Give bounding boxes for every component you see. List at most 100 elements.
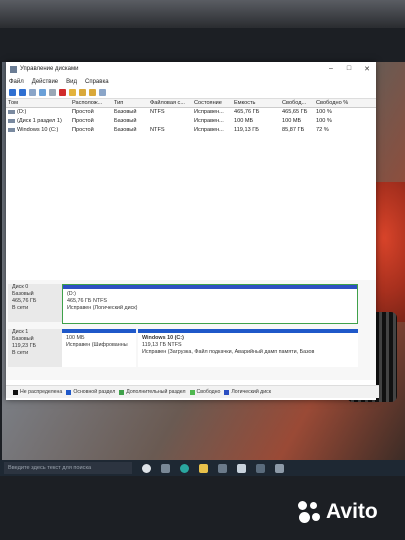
delete-icon[interactable] [59, 89, 66, 96]
disk-state: В сети [12, 350, 29, 356]
help-icon[interactable] [39, 89, 46, 96]
menu-action[interactable]: Действие [32, 79, 58, 85]
col-type[interactable]: Тип [112, 99, 148, 107]
cell: 100 МБ [234, 118, 254, 124]
cell: 85,87 ГБ [282, 127, 305, 133]
legend-swatch [224, 389, 230, 395]
cell: (D:) [17, 109, 27, 115]
table-row[interactable]: Windows 10 (C:) Простой Базовый NTFS Исп… [6, 126, 376, 135]
maximize-button[interactable]: □ [340, 65, 358, 73]
avito-logo-icon [298, 501, 322, 523]
legend: Не распределена Основной раздел Дополнит… [6, 385, 379, 398]
partition-name: Windows 10 (C:) [142, 335, 184, 341]
col-capacity[interactable]: Емкость [232, 99, 280, 107]
legend-swatch [66, 389, 72, 395]
legend-label: Основной раздел [73, 389, 116, 395]
cell: Windows 10 (C:) [17, 127, 59, 133]
cell: 119,13 ГБ [234, 127, 259, 133]
checkmark-icon[interactable] [69, 89, 76, 96]
volume-list-header: Том Располож... Тип Файловая с... Состоя… [6, 99, 376, 108]
disk-state: В сети [12, 305, 29, 311]
menu-bar: Файл Действие Вид Справка [6, 76, 376, 87]
forward-arrow-icon[interactable] [19, 89, 26, 96]
cell: Простой [72, 109, 94, 115]
col-free[interactable]: Свобод... [280, 99, 314, 107]
partition-system[interactable]: 100 МБ Исправен (Шифрованны [62, 329, 136, 367]
disk-name: Диск 1 [12, 329, 29, 335]
volume-icon [8, 109, 15, 114]
disk-label[interactable]: Диск 0 Базовый 465,76 ГБ В сети [8, 284, 64, 322]
minimize-button[interactable]: – [322, 65, 340, 73]
properties-icon[interactable] [99, 89, 106, 96]
multitask-icon[interactable] [161, 463, 170, 473]
cell: Простой [72, 118, 94, 124]
menu-file[interactable]: Файл [9, 79, 24, 85]
legend-swatch [119, 389, 125, 395]
cell: Исправен... [194, 118, 224, 124]
mail-icon[interactable] [237, 463, 246, 473]
cell: Исправен... [194, 109, 224, 115]
table-row[interactable]: (D:) Простой Базовый NTFS Исправен... 46… [6, 108, 376, 117]
cell [148, 117, 192, 126]
partition-status: Исправен (Логический диск) [67, 305, 138, 311]
top-edge [0, 0, 405, 28]
cell: 465,65 ГБ [282, 109, 308, 115]
close-button[interactable]: ✕ [358, 65, 376, 73]
col-layout[interactable]: Располож... [70, 99, 112, 107]
taskbar-search[interactable]: Введите здесь текст для поиска [4, 462, 132, 474]
menu-view[interactable]: Вид [66, 79, 77, 85]
table-row[interactable]: (Диск 1 раздел 1) Простой Базовый Исправ… [6, 117, 376, 126]
disk-label[interactable]: Диск 1 Базовый 119,23 ГБ В сети [8, 329, 64, 367]
title-bar: Управление дисками – □ ✕ [6, 62, 376, 76]
explorer-icon[interactable] [199, 463, 208, 473]
disk-row: Диск 1 Базовый 119,23 ГБ В сети 100 МБ И… [6, 329, 376, 371]
cell: 100 МБ [282, 118, 302, 124]
folder-icon[interactable] [79, 89, 86, 96]
list-icon[interactable] [29, 89, 36, 96]
col-filesystem[interactable]: Файловая с... [148, 99, 192, 107]
col-volume[interactable]: Том [6, 99, 70, 107]
taskbar: Введите здесь текст для поиска [0, 460, 405, 476]
volume-icon [8, 118, 15, 123]
disk-layout-pane: Диск 0 Базовый 465,76 ГБ В сети (D:) 465… [6, 280, 376, 380]
avito-wordmark: Avito [326, 500, 378, 523]
app-icon [10, 65, 17, 73]
cell: NTFS [150, 109, 165, 115]
cell: 465,76 ГБ [234, 109, 260, 115]
legend-label: Дополнительный раздел [126, 389, 186, 395]
search-folder-icon[interactable] [89, 89, 96, 96]
disk-name: Диск 0 [12, 284, 29, 290]
settings-icon[interactable] [275, 463, 284, 473]
cell: 100 % [316, 118, 332, 124]
legend-swatch [13, 389, 18, 395]
menu-help[interactable]: Справка [85, 79, 109, 85]
cell: Исправен... [194, 127, 224, 133]
disk-size: 465,76 ГБ [12, 298, 37, 304]
col-status[interactable]: Состояние [192, 99, 232, 107]
store-icon[interactable] [218, 463, 227, 473]
legend-label: Свободно [196, 389, 221, 395]
partition-name: (D:) [67, 291, 76, 297]
volume-icon [8, 127, 15, 132]
cell: NTFS [150, 127, 165, 133]
partition-status: Исправен (Шифрованны [66, 342, 128, 348]
cell: 72 % [316, 127, 329, 133]
disk-size: 119,23 ГБ [12, 343, 37, 349]
partition-c[interactable]: Windows 10 (C:) 119,13 ГБ NTFS Исправен … [138, 329, 358, 367]
col-free-percent[interactable]: Свободно % [314, 99, 376, 107]
grid-icon[interactable] [49, 89, 56, 96]
task-view-icon[interactable] [142, 463, 151, 473]
disk-type: Базовый [12, 291, 34, 297]
back-arrow-icon[interactable] [9, 89, 16, 96]
edge-icon[interactable] [180, 463, 189, 473]
cell: Базовый [114, 127, 137, 133]
partition-status: Исправен (Загрузка, Файл подкачки, Авари… [142, 349, 315, 355]
cell: Простой [72, 127, 94, 133]
window-title: Управление дисками [20, 66, 79, 72]
legend-swatch [189, 389, 195, 395]
partition-size: 100 МБ [66, 335, 85, 341]
app-icon[interactable] [256, 463, 265, 473]
partition-d[interactable]: (D:) 465,76 ГБ NTFS Исправен (Логический… [62, 284, 358, 324]
cell: Базовый [114, 109, 137, 115]
legend-label: Логический диск [231, 389, 271, 395]
